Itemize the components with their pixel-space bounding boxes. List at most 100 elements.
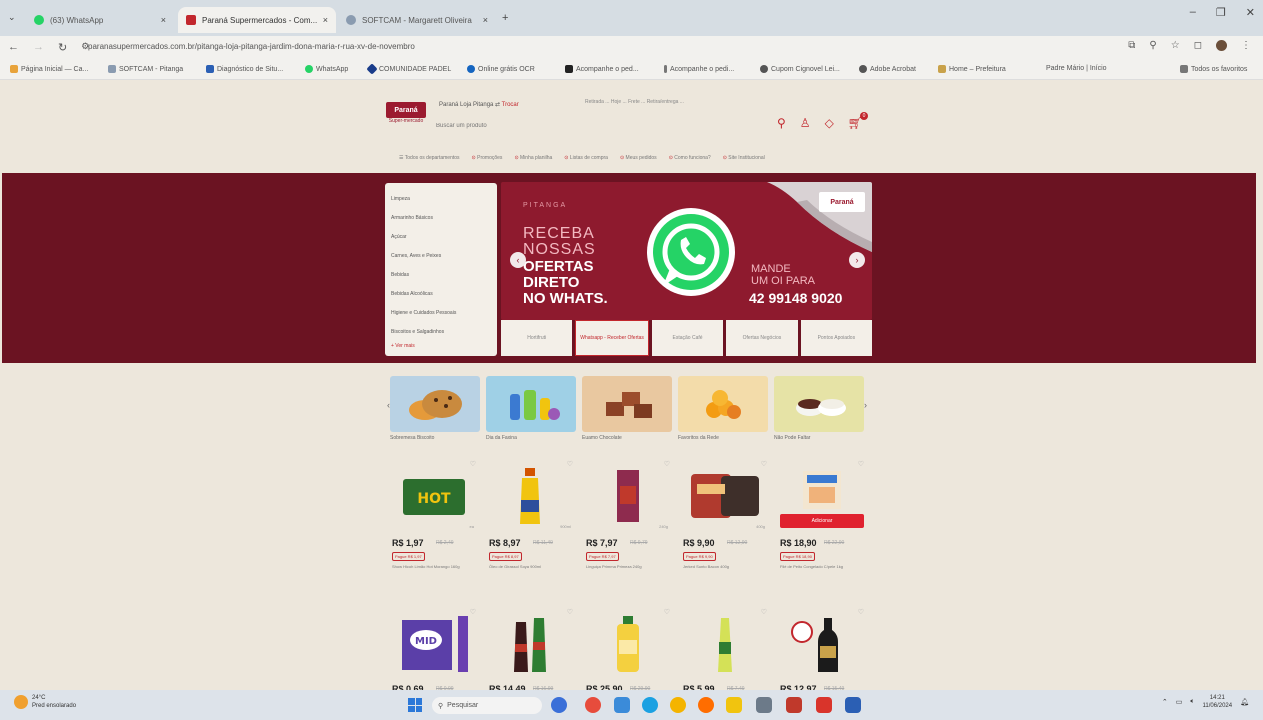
- nav-minha-planilha[interactable]: ⊙ Minha planilha: [514, 155, 552, 161]
- store-icon[interactable]: [756, 697, 772, 713]
- chrome-app-icon[interactable]: [670, 697, 686, 713]
- restore-icon[interactable]: ❐: [1216, 6, 1226, 19]
- teams-icon[interactable]: [614, 697, 630, 713]
- menu-item[interactable]: Armarinho Básicos: [391, 208, 491, 227]
- site-logo[interactable]: Paraná Super-mercado: [386, 102, 426, 128]
- category-card[interactable]: Favoritos da Rede: [678, 376, 768, 441]
- banner-tab[interactable]: Pontos Apoiados: [800, 320, 873, 356]
- browser-tab-parana[interactable]: Paraná Supermercados - Com... ×: [178, 7, 336, 33]
- bookmark-item[interactable]: WhatsApp: [305, 65, 348, 73]
- add-to-cart-button[interactable]: Adicionar: [780, 514, 864, 528]
- nav-listas[interactable]: ⊙ Listas de compra: [564, 155, 608, 161]
- close-icon[interactable]: ×: [483, 15, 488, 25]
- product-card[interactable]: ♡ Adicionar R$ 18,90 R$ 22,90 Pague R$ 1…: [776, 456, 868, 590]
- nav-promocoes[interactable]: ⊙ Promoções: [472, 155, 503, 161]
- banner-tab[interactable]: Estação Café: [651, 320, 724, 356]
- nav-institucional[interactable]: ⊙ Site Institucional: [723, 155, 765, 161]
- bookmarks-folder[interactable]: Todos os favoritos: [1180, 65, 1247, 73]
- bookmark-item[interactable]: Home – Prefeitura: [938, 65, 1006, 73]
- search-input[interactable]: [436, 118, 786, 134]
- task-view-icon[interactable]: [551, 697, 567, 713]
- product-card[interactable]: ♡ 400g R$ 9,90 R$ 12,90 Pague R$ 9,90 Je…: [679, 456, 771, 590]
- menu-item[interactable]: Carnes, Aves e Peixes: [391, 246, 491, 265]
- banner-tab[interactable]: Ofertas Negócios: [726, 320, 798, 356]
- banner-tab-active[interactable]: Whatsapp - Receber Ofertas: [575, 320, 649, 356]
- bookmark-item[interactable]: Diagnóstico de Situ...: [206, 65, 283, 73]
- change-store-link[interactable]: Trocar: [502, 102, 519, 108]
- product-card[interactable]: ♡ 240g R$ 7,97 R$ 9,79 Pague R$ 7,97 Lin…: [582, 456, 674, 590]
- nav-all-departments[interactable]: ☰ Todos os departamentos: [399, 155, 460, 161]
- search-icon[interactable]: ⚲: [777, 116, 786, 130]
- chrome-icon[interactable]: [585, 697, 601, 713]
- zoom-icon[interactable]: ⚲: [1149, 40, 1156, 51]
- category-card[interactable]: Não Pode Faltar: [774, 376, 864, 441]
- close-icon[interactable]: ×: [161, 15, 166, 25]
- menu-item[interactable]: Açúcar: [391, 227, 491, 246]
- category-card[interactable]: Dia da Faxina: [486, 376, 576, 441]
- back-icon[interactable]: ←: [8, 41, 19, 54]
- bookmark-item[interactable]: SOFTCAM - Pitanga: [108, 65, 183, 73]
- chevron-up-icon[interactable]: ⌃: [1162, 698, 1168, 706]
- weather-widget[interactable]: 24°C Pred ensolarado: [14, 694, 76, 710]
- browser-tab-softcam[interactable]: SOFTCAM - Margarett Oliveira ×: [338, 7, 496, 33]
- nav-label: Promoções: [477, 155, 503, 161]
- bookmark-item[interactable]: COMUNIDADE PADEL: [366, 63, 451, 75]
- promo-banner[interactable]: Paraná PITANGA RECEBA NOSSAS OFERTAS DIR…: [501, 182, 872, 320]
- word-icon[interactable]: [845, 697, 861, 713]
- user-icon[interactable]: ♙: [800, 116, 811, 130]
- clock[interactable]: 14:21 11/06/2024: [1203, 694, 1233, 710]
- bookmark-item[interactable]: Cupom Cignovel Lei...: [760, 65, 840, 73]
- close-window-icon[interactable]: ✕: [1246, 6, 1255, 19]
- menu-item[interactable]: Limpeza: [391, 189, 491, 208]
- volume-icon[interactable]: 🔈︎: [1190, 698, 1194, 706]
- file-explorer-icon[interactable]: [726, 697, 742, 713]
- notification-bell-icon[interactable]: 🔔︎: [1240, 698, 1249, 706]
- bookmark-item[interactable]: Página Inicial — Ca...: [10, 65, 88, 73]
- menu-item[interactable]: Bebidas Alcoólicas: [391, 284, 491, 303]
- firefox-icon[interactable]: [698, 697, 714, 713]
- bookmark-item[interactable]: Acompanhe o pedi...: [664, 65, 734, 73]
- minimize-icon[interactable]: –: [1190, 6, 1196, 19]
- menu-icon[interactable]: ⋮: [1241, 40, 1251, 51]
- product-card[interactable]: ♡ HOT ea R$ 1,97 R$ 2,49 Pague R$ 1,97 S…: [388, 456, 480, 590]
- edge-icon[interactable]: [642, 697, 658, 713]
- windows-start-icon[interactable]: [408, 698, 422, 712]
- bookmark-item[interactable]: Acompanhe o ped...: [565, 65, 639, 73]
- tab-search-button[interactable]: ⌄: [8, 12, 16, 23]
- nav-pedidos[interactable]: ⊙ Meus pedidos: [620, 155, 657, 161]
- menu-item[interactable]: Higiene e Cuidados Pessoais: [391, 303, 491, 322]
- category-card[interactable]: Sobremesa Biscoito: [390, 376, 480, 441]
- menu-item[interactable]: Bebidas: [391, 265, 491, 284]
- category-card[interactable]: Euamo Chocolate: [582, 376, 672, 441]
- forward-icon[interactable]: →: [33, 41, 44, 54]
- product-image: MID: [392, 614, 476, 674]
- bookmark-item[interactable]: Online grátis OCR: [467, 65, 535, 73]
- banner-tab[interactable]: Hortifruti: [501, 320, 573, 356]
- bookmark-icon: [664, 65, 667, 73]
- cast-icon[interactable]: ⧉: [1128, 40, 1135, 51]
- bookmark-label: Cupom Cignovel Lei...: [771, 65, 840, 73]
- network-icon[interactable]: ▭: [1176, 698, 1183, 706]
- acrobat-icon[interactable]: [816, 697, 832, 713]
- extensions-icon[interactable]: ◻: [1194, 40, 1202, 51]
- tag-icon[interactable]: ◇: [825, 116, 834, 130]
- bookmark-item[interactable]: Adobe Acrobat: [859, 65, 916, 73]
- url-field[interactable]: paranasupermercados.com.br/pitanga-loja-…: [88, 42, 415, 51]
- store-selector[interactable]: Paraná Loja Pitanga ⇄ Trocar: [439, 101, 519, 108]
- reload-icon[interactable]: ↻: [58, 41, 67, 54]
- product-card[interactable]: ♡ 900ml R$ 8,97 R$ 11,49 Pague R$ 8,97 Ó…: [485, 456, 577, 590]
- bookmark-item[interactable]: Padre Mário | Início: [1046, 65, 1107, 72]
- cart-icon[interactable]: 🛒︎ 0: [848, 112, 869, 130]
- new-tab-button[interactable]: +: [502, 12, 508, 24]
- browser-tab-whatsapp[interactable]: (63) WhatsApp ×: [26, 7, 174, 33]
- chevron-left-icon[interactable]: ‹: [510, 252, 526, 268]
- bookmark-star-icon[interactable]: ☆: [1171, 40, 1180, 51]
- close-icon[interactable]: ×: [323, 15, 328, 25]
- menu-item[interactable]: Biscoitos e Salgadinhos: [391, 322, 491, 341]
- app-icon[interactable]: [786, 697, 802, 713]
- profile-avatar[interactable]: [1216, 40, 1227, 51]
- chevron-right-icon[interactable]: ›: [849, 252, 865, 268]
- see-more-link[interactable]: + Ver mais: [391, 343, 491, 349]
- nav-como-funciona[interactable]: ⊙ Como funciona?: [669, 155, 711, 161]
- taskbar-search[interactable]: ⚲ Pesquisar: [432, 697, 542, 714]
